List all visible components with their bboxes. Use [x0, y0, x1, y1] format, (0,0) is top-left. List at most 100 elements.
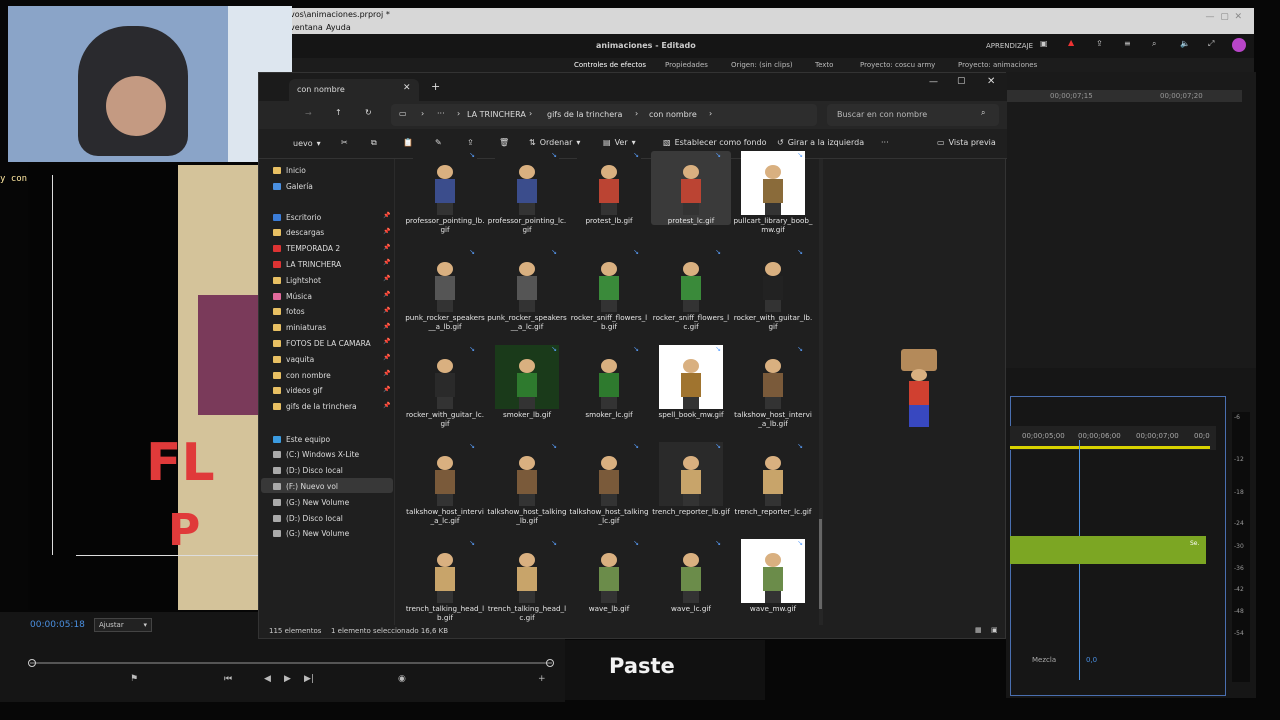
file-item[interactable]: ↘ rocker_with_guitar_lb.gif — [733, 248, 813, 331]
tab-project-animaciones[interactable]: Proyecto: animaciones — [958, 61, 1037, 69]
file-item[interactable]: ↘ rocker_sniff_flowers_lb.gif — [569, 248, 649, 331]
close-icon[interactable]: ✕ — [987, 76, 995, 87]
scrub-end-handle[interactable] — [546, 659, 554, 667]
nav-item-pinned-2[interactable]: TEMPORADA 2 — [273, 242, 340, 256]
search-box[interactable]: Buscar en con nombre ⌕ — [827, 104, 999, 126]
nav-item-pc-0[interactable]: Este equipo — [273, 432, 330, 446]
share-icon[interactable]: ⇪ — [467, 138, 474, 147]
sort-button[interactable]: ⇅ Ordenar ▾ — [529, 138, 580, 147]
details-view-icon[interactable]: ▦ — [975, 626, 982, 634]
file-item[interactable]: ↘ punk_rocker_speakers__a_lc.gif — [487, 248, 567, 331]
file-item[interactable]: ↘ protest_lc.gif — [651, 151, 731, 225]
tab-text[interactable]: Texto — [815, 61, 833, 69]
panel-icon[interactable]: ▣ — [1040, 39, 1048, 48]
forward-icon[interactable]: → — [305, 109, 312, 118]
scrub-start-handle[interactable] — [28, 659, 36, 667]
nav-item-pinned-7[interactable]: miniaturas — [273, 321, 326, 335]
more-button[interactable]: ··· — [881, 138, 889, 147]
nav-item-pinned-8[interactable]: FOTOS DE LA CAMARA — [273, 336, 371, 350]
view-button[interactable]: ▤ Ver ▾ — [603, 138, 636, 147]
file-item[interactable]: ↘ spell_book_mw.gif — [651, 345, 731, 419]
file-item[interactable]: ↘ wave_lb.gif — [569, 539, 649, 613]
tab-source[interactable]: Origen: (sin clips) — [731, 61, 793, 69]
frame-back-icon[interactable]: ◀ — [264, 674, 271, 684]
file-item[interactable]: ↘ rocker_with_guitar_lc.gif — [405, 345, 485, 428]
nav-item-quick-1[interactable]: Galería — [273, 179, 313, 193]
crumb-gifs[interactable]: gifs de la trinchera — [547, 110, 622, 119]
search-icon[interactable]: ⌕ — [1152, 39, 1156, 49]
nav-item-quick-0[interactable]: Inicio — [273, 163, 306, 177]
marker-icon[interactable]: ⚑ — [130, 674, 138, 684]
nav-item-pinned-0[interactable]: Escritorio — [273, 210, 321, 224]
camera-icon[interactable]: ◉ — [398, 674, 406, 684]
nav-item-pc-5[interactable]: (D:) Disco local — [273, 511, 343, 525]
new-button[interactable]: uevo ▾ — [293, 139, 321, 148]
nav-item-pinned-11[interactable]: videos gif — [273, 384, 322, 398]
mix-value[interactable]: 0,0 — [1086, 656, 1097, 664]
file-item[interactable]: ↘ talkshow_host_talking_lc.gif — [569, 442, 649, 525]
file-item[interactable]: ↘ talkshow_host_talking_lb.gif — [487, 442, 567, 525]
file-item[interactable]: ↘ trench_talking_head_lc.gif — [487, 539, 567, 622]
tab-effect-controls[interactable]: Controles de efectos — [574, 61, 646, 69]
nav-item-pinned-1[interactable]: descargas — [273, 226, 324, 240]
up-icon[interactable]: ↑ — [335, 108, 342, 117]
avatar[interactable] — [1232, 38, 1246, 52]
file-item[interactable]: ↘ wave_lc.gif — [651, 539, 731, 613]
search-input[interactable]: Buscar en con nombre — [837, 110, 927, 119]
window-controls-icon[interactable]: — ▢ ✕ — [1206, 12, 1243, 22]
rename-icon[interactable]: ✎ — [435, 138, 442, 147]
file-item[interactable]: ↘ punk_rocker_speakers__a_lb.gif — [405, 248, 485, 331]
video-clip[interactable]: Se. — [1010, 536, 1206, 564]
nav-item-pinned-6[interactable]: fotos — [273, 305, 305, 319]
menu-help[interactable]: Ayuda — [326, 23, 351, 32]
add-icon[interactable]: + — [538, 674, 546, 684]
nav-item-pinned-9[interactable]: vaquita — [273, 352, 314, 366]
nav-item-pinned-5[interactable]: Música — [273, 289, 312, 303]
file-item[interactable]: ↘ wave_mw.gif — [733, 539, 813, 613]
nav-item-pc-2[interactable]: (D:) Disco local — [273, 464, 343, 478]
nav-item-pinned-4[interactable]: Lightshot — [273, 273, 321, 287]
warning-icon[interactable]: ▲ — [1068, 38, 1074, 47]
nav-item-pinned-3[interactable]: LA TRINCHERA — [273, 257, 341, 271]
menu-icon[interactable]: ≡ — [1124, 39, 1131, 48]
nav-item-pc-4[interactable]: (G:) New Volume — [273, 495, 349, 509]
tiles-view-icon[interactable]: ▣ — [991, 626, 998, 634]
nav-item-pc-6[interactable]: (G:) New Volume — [273, 527, 349, 541]
minimize-icon[interactable]: — — [929, 77, 938, 87]
play-icon[interactable]: ▶ — [284, 674, 291, 684]
file-item[interactable]: ↘ protest_lb.gif — [569, 151, 649, 225]
refresh-icon[interactable]: ↻ — [365, 108, 372, 117]
learn-tab[interactable]: APRENDIZAJE — [986, 42, 1033, 50]
tab-project-coscu[interactable]: Proyecto: coscu army — [860, 61, 935, 69]
volume-icon[interactable]: 🔈 — [1180, 39, 1190, 48]
delete-icon[interactable]: 🗑 — [499, 138, 509, 147]
close-tab-icon[interactable]: ✕ — [403, 83, 411, 93]
scrub-bar[interactable] — [30, 662, 552, 664]
step-back-icon[interactable]: ⏮ — [224, 674, 232, 684]
cut-icon[interactable]: ✂ — [341, 138, 348, 147]
new-tab-icon[interactable]: + — [431, 80, 440, 93]
file-item[interactable]: ↘ talkshow_host_intervi_a_lc.gif — [405, 442, 485, 525]
file-item[interactable]: ↘ trench_reporter_lc.gif — [733, 442, 813, 516]
file-item[interactable]: ↘ smoker_lc.gif — [569, 345, 649, 419]
maximize-icon[interactable]: ▢ — [957, 76, 966, 86]
file-item[interactable]: ↘ smoker_lb.gif — [487, 345, 567, 419]
file-item[interactable]: ↘ professor_pointing_lc.gif — [487, 151, 567, 234]
paste-icon[interactable]: 📋 — [403, 138, 413, 147]
tab-con-nombre[interactable]: con nombre ✕ — [289, 79, 419, 101]
file-item[interactable]: ↘ pullcart_library_boob_mw.gif — [733, 151, 813, 234]
rotate-left-button[interactable]: ↺ Girar a la izquierda — [777, 138, 864, 147]
more-path-icon[interactable]: ··· — [437, 109, 445, 118]
file-item[interactable]: ↘ talkshow_host_intervi_a_lb.gif — [733, 345, 813, 428]
tab-properties[interactable]: Propiedades — [665, 61, 708, 69]
file-item[interactable]: ↘ trench_reporter_lb.gif — [651, 442, 731, 516]
nav-item-pinned-10[interactable]: con nombre — [273, 368, 331, 382]
menu-window[interactable]: ventana — [290, 23, 323, 32]
fullscreen-icon[interactable]: ⤢ — [1208, 39, 1214, 49]
set-background-button[interactable]: ▧ Establecer como fondo — [663, 138, 766, 147]
timecode[interactable]: 00:00:05:18 — [30, 620, 85, 630]
file-item[interactable]: ↘ professor_pointing_lb.gif — [405, 151, 485, 234]
fit-dropdown[interactable]: Ajustar ▾ — [94, 618, 152, 632]
frame-forward-icon[interactable]: ▶| — [304, 674, 314, 684]
nav-item-pc-3[interactable]: (F:) Nuevo vol — [273, 479, 338, 493]
